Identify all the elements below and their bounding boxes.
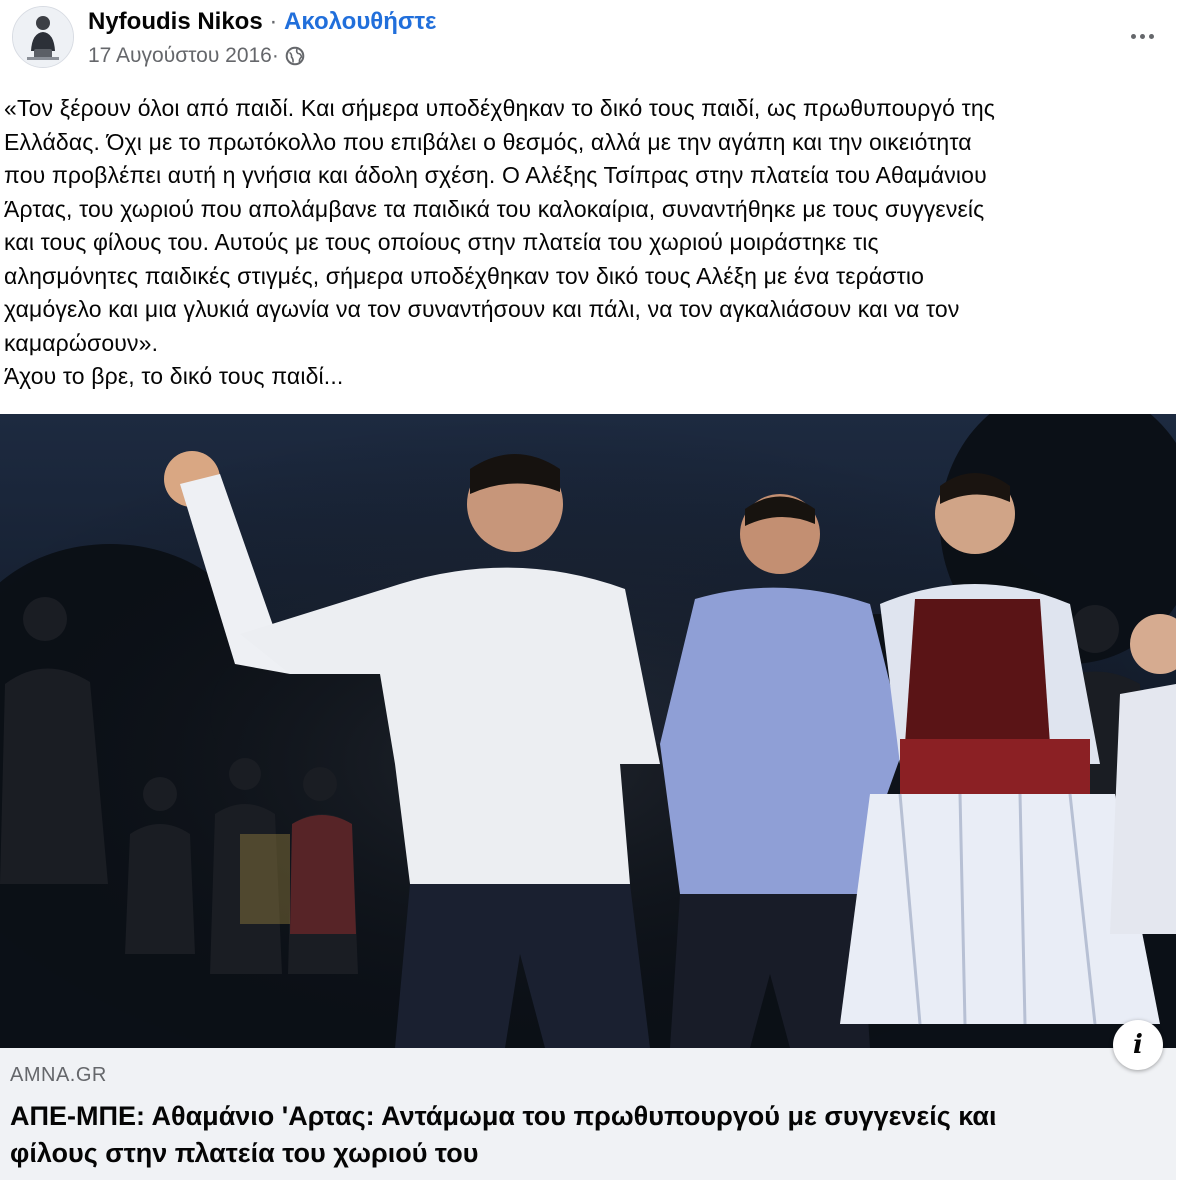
post-meta: 17 Αυγούστου 2016 · [88, 42, 305, 70]
author-line: Nyfoudis Nikos · Ακολουθήστε [88, 6, 436, 38]
separator-dot: · [262, 8, 285, 35]
more-options-icon[interactable] [1122, 22, 1162, 50]
post-text-line: Άχου το βρε, το δικό τους παιδί... [4, 363, 344, 389]
author-name[interactable]: Nyfoudis Nikos [88, 8, 263, 35]
avatar-person-icon [13, 7, 73, 67]
link-title[interactable]: ΑΠΕ-ΜΠΕ: Αθαμάνιο 'Αρτας: Αντάμωμα του π… [10, 1098, 1160, 1172]
photo-night-dance-scene [0, 414, 1176, 1048]
post-text-line: «Τον ξέρουν όλοι από παιδί. Και σήμερα υ… [4, 95, 996, 121]
post-text-line: και τους φίλους του. Αυτούς με τους οποί… [4, 229, 879, 255]
link-preview-card[interactable]: AMNA.GR ΑΠΕ-ΜΠΕ: Αθαμάνιο 'Αρτας: Αντάμω… [0, 1048, 1176, 1180]
date-separator: · [271, 44, 279, 67]
info-icon[interactable]: i [1113, 1020, 1163, 1070]
link-title-line: φίλους στην πλατεία του χωριού του [10, 1138, 479, 1168]
facebook-post: Nyfoudis Nikos · Ακολουθήστε 17 Αυγούστο… [0, 0, 1200, 1193]
link-title-line: ΑΠΕ-ΜΠΕ: Αθαμάνιο 'Αρτας: Αντάμωμα του π… [10, 1101, 997, 1131]
globe-icon[interactable] [285, 46, 305, 66]
link-domain: AMNA.GR [10, 1064, 107, 1086]
post-text: «Τον ξέρουν όλοι από παιδί. Και σήμερα υ… [4, 92, 1194, 394]
author-avatar[interactable] [12, 6, 74, 68]
follow-link[interactable]: Ακολουθήστε [284, 8, 436, 35]
post-text-line: καμαρώσουν». [4, 329, 159, 356]
post-text-line: που προβλέπει αυτή η γνήσια και άδολη σχ… [4, 162, 987, 188]
post-text-line: χαμόγελο και μια γλυκιά αγωνία να τον συ… [4, 296, 960, 322]
post-photo[interactable] [0, 414, 1176, 1048]
post-header: Nyfoudis Nikos · Ακολουθήστε 17 Αυγούστο… [0, 0, 1200, 80]
post-text-line: αλησμόνητες παιδικές στιγμές, σήμερα υπο… [4, 262, 925, 289]
post-text-line: Άρτας, του χωριού που απολάμβανε τα παιδ… [4, 195, 985, 222]
post-text-line: Ελλάδας. Όχι με το πρωτόκολλο που επιβάλ… [4, 128, 972, 155]
post-date[interactable]: 17 Αυγούστου 2016 [88, 42, 272, 70]
